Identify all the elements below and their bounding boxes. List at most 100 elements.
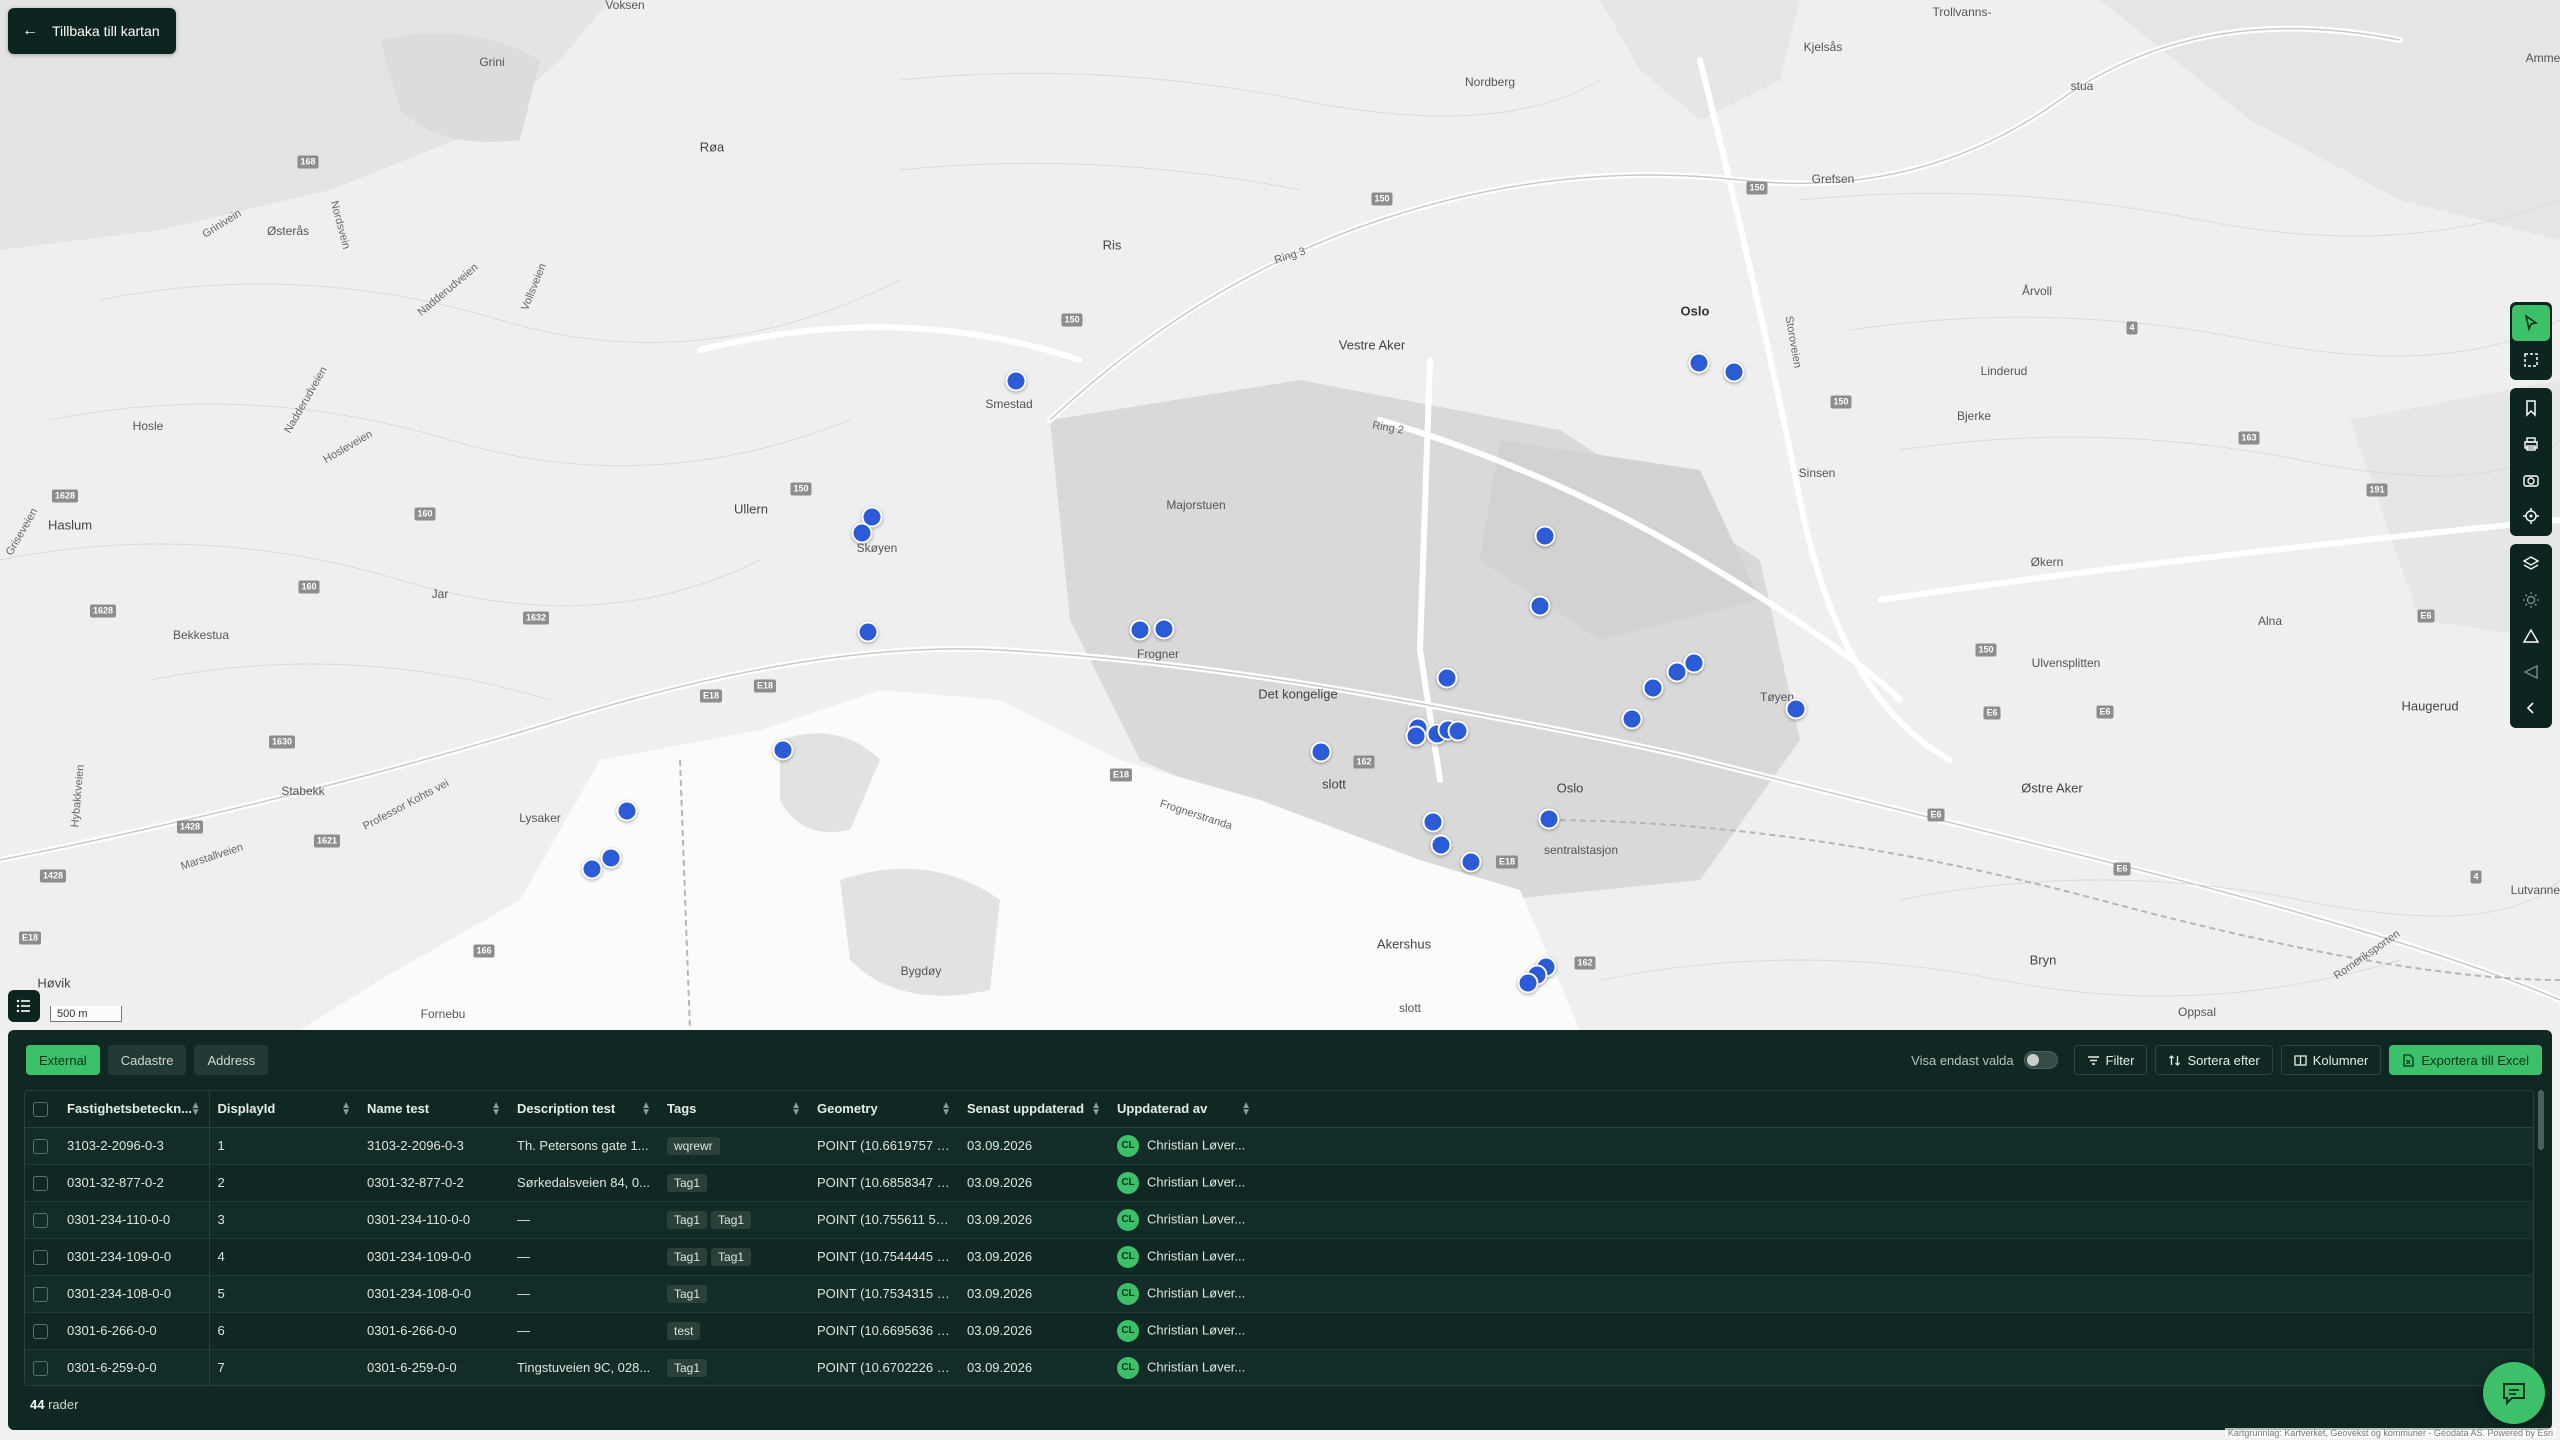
property-marker[interactable] — [1405, 725, 1427, 747]
property-marker[interactable] — [857, 621, 879, 643]
cell-tags: Tag1 — [659, 1349, 809, 1385]
row-checkbox[interactable] — [33, 1249, 48, 1265]
cell-name: 0301-32-877-0-2 — [359, 1164, 509, 1202]
user-name: Christian Løver... — [1147, 1136, 1246, 1152]
tab-address[interactable]: Address — [194, 1045, 269, 1075]
row-select-cell — [25, 1312, 59, 1350]
tag-chip: Tag1 — [711, 1210, 752, 1229]
sort-button[interactable]: Sortera efter — [2155, 1045, 2273, 1075]
column-header-geometry[interactable]: Geometry ▲ ▼ — [809, 1091, 959, 1128]
tab-cadastre[interactable]: Cadastre — [107, 1045, 187, 1075]
property-marker[interactable] — [1153, 618, 1175, 640]
property-marker[interactable] — [851, 522, 873, 544]
property-marker[interactable] — [600, 847, 622, 869]
show-only-selected-label: Visa endast valda — [1911, 1052, 2014, 1068]
place-label: sentralstasjon — [1543, 843, 1619, 857]
filter-button[interactable]: Filter — [2073, 1045, 2148, 1075]
table-row[interactable]: 0301-234-110-0-0 3 0301-234-110-0-0— Tag1 Ta… — [25, 1201, 2533, 1239]
sun-button[interactable] — [2510, 582, 2552, 618]
property-marker[interactable] — [1129, 619, 1151, 641]
column-header-displayid[interactable]: DisplayId ▲ ▼ — [209, 1091, 359, 1128]
row-checkbox[interactable] — [33, 1138, 48, 1154]
sort-icon: ▲ ▼ — [641, 1100, 651, 1118]
rectangle-select-icon — [2524, 353, 2538, 367]
row-checkbox[interactable] — [33, 1323, 48, 1339]
cell-filler — [1259, 1164, 2533, 1202]
column-header-property[interactable]: Fastighetsbeteckn... ▲ ▼ — [59, 1091, 210, 1128]
map-attribution: Kartgrunnlag: Kartverket, Geovekst og ko… — [2224, 1428, 2556, 1438]
tab-external[interactable]: External — [26, 1045, 100, 1075]
row-count: 44 rader — [30, 1397, 78, 1412]
map-view[interactable]: Voksen Trollvanns- Grini Kjelsås Ammer Nordbe… — [0, 0, 2560, 1030]
table-row[interactable]: 3103-2-2096-0-3 1 3103-2-2096-0-3 Th. Peter… — [25, 1127, 2533, 1165]
property-marker[interactable] — [581, 858, 603, 880]
back-to-map-button[interactable]: ← Tillbaka till kartan — [8, 8, 176, 54]
chat-button[interactable] — [2483, 1362, 2545, 1424]
rectangle-select-button[interactable] — [2510, 342, 2552, 378]
pointer-tool-button[interactable] — [2512, 305, 2550, 341]
export-excel-button[interactable]: Exportera till Excel — [2389, 1045, 2542, 1075]
cell-name: 3103-2-2096-0-3 — [359, 1127, 509, 1165]
property-marker[interactable] — [1688, 352, 1710, 374]
column-header-name[interactable]: Name test ▲ ▼ — [359, 1091, 509, 1128]
row-checkbox[interactable] — [33, 1360, 48, 1376]
road-shield: 168 — [297, 155, 319, 169]
property-marker[interactable] — [1460, 851, 1482, 873]
draw-button[interactable] — [2510, 654, 2552, 690]
collapse-toolbar-button[interactable] — [2510, 690, 2552, 726]
property-marker[interactable] — [1436, 667, 1458, 689]
property-marker[interactable] — [1534, 525, 1556, 547]
row-checkbox[interactable] — [33, 1175, 48, 1191]
place-label: Hosle — [132, 419, 164, 433]
table-scrollbar[interactable] — [2538, 1090, 2544, 1150]
place-label: Vestre Aker — [1338, 337, 1406, 353]
property-marker[interactable] — [1529, 595, 1551, 617]
legend-toggle-button[interactable] — [8, 990, 40, 1022]
property-marker[interactable] — [1005, 370, 1027, 392]
property-marker[interactable] — [1310, 741, 1332, 763]
show-only-selected-toggle[interactable] — [2023, 1051, 2058, 1069]
cell-geometry: POINT (10.6702226 5... — [809, 1349, 959, 1385]
row-checkbox[interactable] — [33, 1286, 48, 1302]
cell-updated: 03.09.2026 — [959, 1312, 1109, 1350]
property-marker[interactable] — [1785, 698, 1807, 720]
bookmark-button[interactable] — [2510, 390, 2552, 426]
measure-button[interactable] — [2510, 618, 2552, 654]
select-all-checkbox[interactable] — [33, 1101, 48, 1117]
cell-geometry: POINT (10.755611 59... — [809, 1201, 959, 1239]
place-label: Lutvannet — [2510, 883, 2560, 897]
row-select-cell — [25, 1164, 59, 1202]
column-header-updated-by[interactable]: Uppdaterad av ▲ ▼ — [1109, 1091, 1259, 1128]
table-row[interactable]: 0301-234-108-0-0 5 0301-234-108-0-0— Tag1 PO… — [25, 1275, 2533, 1313]
table-row[interactable]: 0301-6-266-0-0 6 0301-6-266-0-0— test POINT … — [25, 1312, 2533, 1350]
column-header-tags[interactable]: Tags ▲ ▼ — [659, 1091, 809, 1128]
column-header-updated[interactable]: Senast uppdaterad ▲ ▼ — [959, 1091, 1109, 1128]
locate-icon — [2523, 508, 2539, 524]
property-marker[interactable] — [1538, 808, 1560, 830]
cell-geometry: POINT (10.6858347 5... — [809, 1164, 959, 1202]
locate-button[interactable] — [2510, 498, 2552, 534]
property-marker[interactable] — [1642, 677, 1664, 699]
print-button[interactable] — [2510, 426, 2552, 462]
property-marker[interactable] — [1447, 720, 1469, 742]
property-marker[interactable] — [1517, 972, 1539, 994]
road-shield: E18 — [18, 931, 42, 945]
table-row[interactable]: 0301-234-109-0-0 4 0301-234-109-0-0— Tag1 Ta… — [25, 1238, 2533, 1276]
table-row[interactable]: 0301-32-877-0-2 2 0301-32-877-0-2 Sørkedals… — [25, 1164, 2533, 1202]
layers-button[interactable] — [2510, 546, 2552, 582]
property-marker[interactable] — [1666, 661, 1688, 683]
property-marker[interactable] — [772, 739, 794, 761]
property-marker[interactable] — [1723, 361, 1745, 383]
column-header-description[interactable]: Description test ▲ ▼ — [509, 1091, 659, 1128]
road-shield: E6 — [2417, 609, 2435, 623]
columns-button[interactable]: Kolumner — [2280, 1045, 2382, 1075]
property-marker[interactable] — [616, 800, 638, 822]
table-row[interactable]: 0301-6-259-0-0 7 0301-6-259-0-0 Tingstuveie… — [25, 1349, 2533, 1385]
property-marker[interactable] — [1422, 811, 1444, 833]
property-marker[interactable] — [1430, 834, 1452, 856]
cell-property: 3103-2-2096-0-3 — [59, 1127, 210, 1165]
row-checkbox[interactable] — [33, 1212, 48, 1228]
property-marker[interactable] — [1621, 708, 1643, 730]
road-shield: E18 — [1495, 855, 1519, 869]
screenshot-button[interactable] — [2510, 462, 2552, 498]
